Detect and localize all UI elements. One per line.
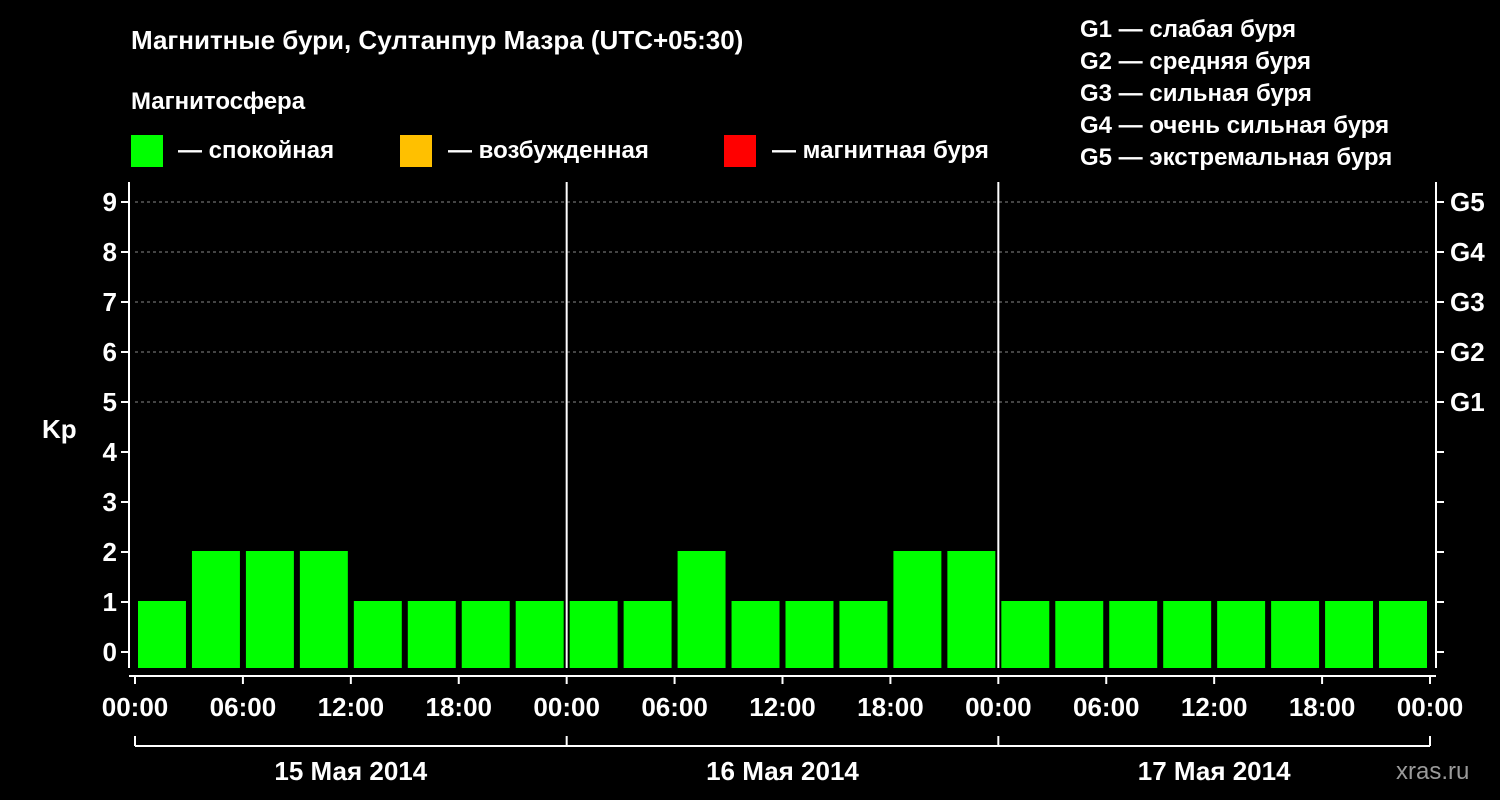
kp-bar xyxy=(1379,601,1427,668)
y-tick-label: 3 xyxy=(103,487,117,517)
x-tick-label: 00:00 xyxy=(965,692,1032,722)
x-tick-label: 12:00 xyxy=(318,692,385,722)
kp-bar xyxy=(1055,601,1104,668)
legend-swatch-active xyxy=(400,135,432,167)
day-label: 16 Мая 2014 xyxy=(706,756,859,786)
g-scale-item: G2 — средняя буря xyxy=(1080,48,1311,75)
y-axis-label: Kp xyxy=(42,414,77,444)
x-tick-label: 00:00 xyxy=(1397,692,1464,722)
kp-bar xyxy=(1271,601,1320,668)
x-tick-label: 12:00 xyxy=(1181,692,1248,722)
x-tick-label: 12:00 xyxy=(749,692,816,722)
y-tick-label: 7 xyxy=(103,287,117,317)
bars xyxy=(138,551,1427,668)
g-level-label: G5 xyxy=(1450,187,1485,217)
kp-bar xyxy=(785,601,834,668)
x-tick-label: 06:00 xyxy=(1073,692,1140,722)
kp-bar xyxy=(893,551,942,668)
g-scale-item: G1 — слабая буря xyxy=(1080,16,1296,43)
y-tick-label: 6 xyxy=(103,337,117,367)
g-scale-item: G4 — очень сильная буря xyxy=(1080,112,1389,139)
y-tick-label: 5 xyxy=(103,387,117,417)
g-level-label: G3 xyxy=(1450,287,1485,317)
kp-bar xyxy=(569,601,618,668)
y-tick-label: 0 xyxy=(103,637,117,667)
x-tick-label: 00:00 xyxy=(102,692,169,722)
kp-bar xyxy=(1001,601,1050,668)
y-tick-label: 4 xyxy=(103,437,118,467)
y-tick-label: 9 xyxy=(103,187,117,217)
kp-bar xyxy=(407,601,456,668)
legend-label-quiet: — спокойная xyxy=(178,137,334,164)
grid-lines xyxy=(135,201,1430,403)
g-level-label: G4 xyxy=(1450,237,1485,267)
kp-bar xyxy=(677,551,726,668)
kp-bar xyxy=(1217,601,1266,668)
kp-bar xyxy=(1109,601,1158,668)
day-label: 17 Мая 2014 xyxy=(1138,756,1291,786)
kp-bar xyxy=(947,551,996,668)
kp-bar xyxy=(191,551,240,668)
y-tick-label: 2 xyxy=(103,537,117,567)
legend: — спокойная — возбужденная — магнитная б… xyxy=(131,135,989,167)
kp-chart: Магнитные бури, Султанпур Мазра (UTC+05:… xyxy=(42,16,1485,786)
kp-bar xyxy=(623,601,672,668)
g-level-label: G1 xyxy=(1450,387,1485,417)
chart-title: Магнитные бури, Султанпур Мазра (UTC+05:… xyxy=(131,25,743,55)
x-tick-label: 18:00 xyxy=(1289,692,1356,722)
kp-bar xyxy=(245,551,294,668)
legend-label-active: — возбужденная xyxy=(448,137,649,164)
g-scale-legend: G1 — слабая буря G2 — средняя буря G3 — … xyxy=(1080,16,1392,171)
watermark: xras.ru xyxy=(1396,758,1469,785)
kp-bar xyxy=(461,601,510,668)
y-tick-label: 1 xyxy=(103,587,117,617)
chart-subtitle: Магнитосфера xyxy=(131,88,306,115)
kp-bar xyxy=(299,551,348,668)
axes: 0 1 2 3 4 5 6 7 8 9 G1 G2 G3 G4 G5 00:00 06:00 12:00 18:00… xyxy=(102,182,1485,786)
kp-bar xyxy=(839,601,888,668)
kp-bar xyxy=(515,601,564,668)
legend-swatch-quiet xyxy=(131,135,163,167)
x-tick-label: 18:00 xyxy=(426,692,493,722)
kp-bar xyxy=(731,601,780,668)
kp-bar xyxy=(1325,601,1374,668)
g-scale-item: G5 — экстремальная буря xyxy=(1080,144,1392,171)
legend-swatch-storm xyxy=(724,135,756,167)
kp-bar xyxy=(353,601,402,668)
x-tick-label: 00:00 xyxy=(533,692,600,722)
x-tick-label: 06:00 xyxy=(210,692,277,722)
legend-label-storm: — магнитная буря xyxy=(772,137,989,164)
g-scale-item: G3 — сильная буря xyxy=(1080,80,1312,107)
kp-bar xyxy=(1163,601,1212,668)
x-tick-label: 18:00 xyxy=(857,692,924,722)
day-label: 15 Мая 2014 xyxy=(274,756,427,786)
x-tick-label: 06:00 xyxy=(641,692,708,722)
y-tick-label: 8 xyxy=(103,237,117,267)
kp-bar xyxy=(138,601,186,668)
g-level-label: G2 xyxy=(1450,337,1485,367)
